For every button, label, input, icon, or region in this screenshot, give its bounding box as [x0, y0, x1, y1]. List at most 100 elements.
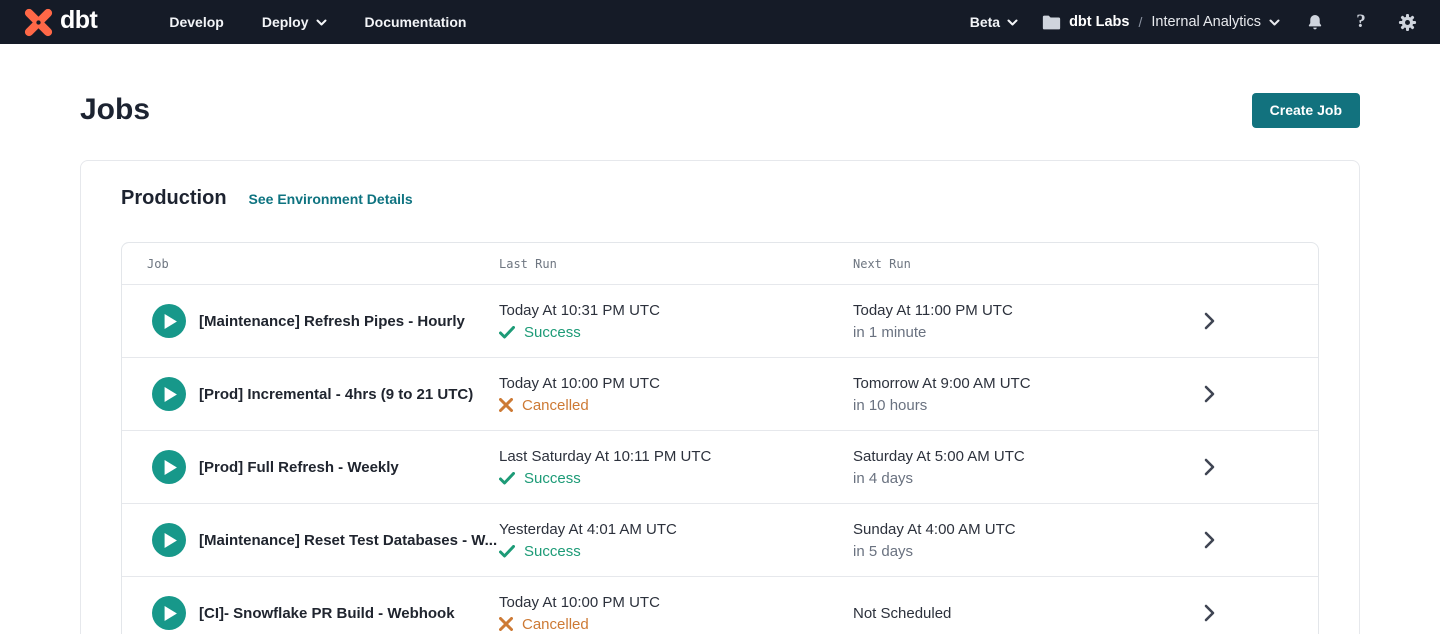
project-name: Internal Analytics	[1151, 14, 1261, 30]
x-icon	[499, 617, 513, 631]
job-name: [Prod] Full Refresh - Weekly	[199, 459, 399, 476]
run-status: Cancelled	[522, 395, 589, 416]
bell-icon	[1306, 13, 1324, 32]
next-run-cell: Sunday At 4:00 AM UTC in 5 days	[853, 519, 1100, 562]
next-run-relative: in 4 days	[853, 468, 1100, 489]
chevron-right-icon	[1204, 312, 1215, 330]
run-job-button[interactable]	[152, 523, 186, 557]
page-title: Jobs	[80, 90, 150, 130]
jobs-table-header: Job Last Run Next Run	[122, 243, 1318, 284]
chevron-down-icon	[1007, 19, 1018, 26]
job-cell: [Maintenance] Refresh Pipes - Hourly	[122, 304, 499, 338]
next-run-time: Sunday At 4:00 AM UTC	[853, 519, 1100, 540]
column-header-job: Job	[122, 257, 499, 271]
column-header-next-run: Next Run	[853, 257, 1100, 271]
run-status: Success	[524, 468, 581, 489]
run-status: Success	[524, 541, 581, 562]
create-job-button[interactable]: Create Job	[1252, 93, 1360, 128]
run-status-line: Success	[499, 541, 853, 562]
last-run-time: Yesterday At 4:01 AM UTC	[499, 519, 853, 540]
environment-name: Production	[121, 187, 227, 210]
dbt-logo[interactable]: dbt	[22, 6, 97, 39]
environment-header: Production See Environment Details	[121, 187, 1319, 210]
last-run-cell: Last Saturday At 10:11 PM UTC Success	[499, 446, 853, 489]
run-job-button[interactable]	[152, 450, 186, 484]
run-status-line: Cancelled	[499, 614, 853, 634]
run-status-line: Success	[499, 322, 853, 343]
play-icon	[164, 387, 177, 402]
next-run-time: Saturday At 5:00 AM UTC	[853, 446, 1100, 467]
nav-item-deploy[interactable]: Deploy	[262, 14, 327, 30]
job-cell: [CI]- Snowflake PR Build - Webhook	[122, 596, 499, 630]
next-run-relative: in 5 days	[853, 541, 1100, 562]
next-run-time: Not Scheduled	[853, 603, 1100, 624]
last-run-cell: Yesterday At 4:01 AM UTC Success	[499, 519, 853, 562]
job-cell: [Maintenance] Reset Test Databases - W..…	[122, 523, 499, 557]
chevron-down-icon	[316, 19, 327, 26]
chevron-right-icon	[1204, 604, 1215, 622]
next-run-cell: Today At 11:00 PM UTC in 1 minute	[853, 300, 1100, 343]
environment-details-link[interactable]: See Environment Details	[249, 191, 413, 207]
run-job-button[interactable]	[152, 304, 186, 338]
check-icon	[499, 326, 515, 339]
run-status-line: Success	[499, 468, 853, 489]
chevron-down-icon	[1269, 19, 1280, 26]
last-run-time: Last Saturday At 10:11 PM UTC	[499, 446, 853, 467]
run-status: Cancelled	[522, 614, 589, 634]
job-name: [CI]- Snowflake PR Build - Webhook	[199, 605, 455, 622]
job-cell: [Prod] Full Refresh - Weekly	[122, 450, 499, 484]
help-button[interactable]: ?	[1350, 11, 1372, 33]
chevron-right-icon	[1204, 458, 1215, 476]
account-project-switcher[interactable]: dbt Labs / Internal Analytics	[1042, 14, 1280, 31]
page-header: Jobs Create Job	[80, 90, 1360, 130]
top-navbar: dbt Develop Deploy Documentation Beta db…	[0, 0, 1440, 44]
last-run-cell: Today At 10:00 PM UTC Cancelled	[499, 592, 853, 634]
last-run-time: Today At 10:00 PM UTC	[499, 592, 853, 613]
question-mark-icon: ?	[1356, 11, 1366, 33]
table-row[interactable]: [Maintenance] Refresh Pipes - Hourly Tod…	[122, 284, 1318, 357]
next-run-time: Today At 11:00 PM UTC	[853, 300, 1100, 321]
next-run-time: Tomorrow At 9:00 AM UTC	[853, 373, 1100, 394]
row-chevron-cell	[1100, 531, 1318, 549]
play-icon	[164, 533, 177, 548]
dbt-logo-icon	[22, 6, 55, 39]
gear-icon	[1398, 13, 1417, 32]
job-name: [Maintenance] Reset Test Databases - W..…	[199, 532, 497, 549]
environment-card: Production See Environment Details Job L…	[80, 160, 1360, 634]
chevron-right-icon	[1204, 385, 1215, 403]
nav-item-develop[interactable]: Develop	[169, 14, 223, 30]
next-run-relative: in 1 minute	[853, 322, 1100, 343]
table-row[interactable]: [Maintenance] Reset Test Databases - W..…	[122, 503, 1318, 576]
account-name: dbt Labs	[1069, 14, 1129, 30]
table-row[interactable]: [CI]- Snowflake PR Build - Webhook Today…	[122, 576, 1318, 634]
jobs-table: Job Last Run Next Run [Maintenance] Refr…	[121, 242, 1319, 634]
settings-button[interactable]	[1396, 11, 1418, 33]
play-icon	[164, 606, 177, 621]
play-icon	[164, 314, 177, 329]
last-run-time: Today At 10:00 PM UTC	[499, 373, 853, 394]
next-run-relative: in 10 hours	[853, 395, 1100, 416]
job-cell: [Prod] Incremental - 4hrs (9 to 21 UTC)	[122, 377, 499, 411]
play-icon	[164, 460, 177, 475]
check-icon	[499, 545, 515, 558]
row-chevron-cell	[1100, 385, 1318, 403]
row-chevron-cell	[1100, 458, 1318, 476]
table-row[interactable]: [Prod] Full Refresh - Weekly Last Saturd…	[122, 430, 1318, 503]
table-row[interactable]: [Prod] Incremental - 4hrs (9 to 21 UTC) …	[122, 357, 1318, 430]
beta-dropdown[interactable]: Beta	[970, 14, 1018, 30]
chevron-right-icon	[1204, 531, 1215, 549]
run-job-button[interactable]	[152, 596, 186, 630]
last-run-time: Today At 10:31 PM UTC	[499, 300, 853, 321]
notifications-button[interactable]	[1304, 11, 1326, 33]
folder-icon	[1042, 14, 1061, 31]
next-run-cell: Tomorrow At 9:00 AM UTC in 10 hours	[853, 373, 1100, 416]
next-run-cell: Not Scheduled	[853, 603, 1100, 624]
column-header-last-run: Last Run	[499, 257, 853, 271]
last-run-cell: Today At 10:00 PM UTC Cancelled	[499, 373, 853, 416]
run-job-button[interactable]	[152, 377, 186, 411]
row-chevron-cell	[1100, 312, 1318, 330]
brand-wordmark: dbt	[60, 8, 97, 36]
nav-item-documentation[interactable]: Documentation	[365, 14, 467, 30]
breadcrumb-separator: /	[1137, 14, 1143, 30]
job-name: [Prod] Incremental - 4hrs (9 to 21 UTC)	[199, 386, 473, 403]
